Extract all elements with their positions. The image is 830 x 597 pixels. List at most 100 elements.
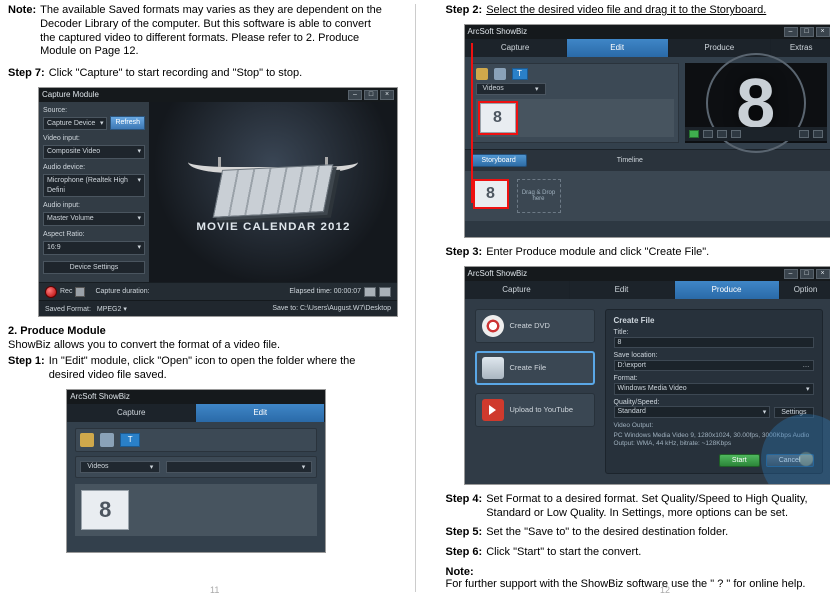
capture-window-titlebar: Capture Module – □ × — [39, 88, 397, 102]
volume-icon[interactable] — [799, 130, 809, 138]
step-3: Step 3: Enter Produce module and click "… — [446, 246, 823, 260]
chevron-down-icon: ▾ — [137, 176, 141, 196]
chevron-down-icon: ▾ — [763, 408, 767, 416]
refresh-button[interactable]: Refresh — [110, 116, 145, 131]
title-input[interactable]: 8 — [614, 337, 814, 348]
minimize-icon[interactable]: – — [784, 269, 798, 279]
source-dropdown[interactable]: Capture Device▾ — [43, 117, 107, 131]
chevron-down-icon: ▾ — [100, 119, 104, 129]
storyboard-tab[interactable]: Storyboard — [471, 154, 527, 167]
tab-edit[interactable]: Edit — [570, 281, 675, 299]
chevron-down-icon: ▾ — [302, 463, 306, 471]
text-tool-button[interactable]: T — [120, 433, 140, 447]
edit-window-title: ArcSoft ShowBiz — [70, 392, 130, 401]
maximize-icon[interactable]: □ — [364, 90, 378, 100]
chevron-down-icon: ▾ — [123, 306, 127, 313]
produce-module-screenshot: ArcSoft ShowBiz –□× Capture Edit Produce… — [464, 266, 830, 485]
aspect-ratio-dropdown[interactable]: 16:9▾ — [43, 241, 145, 255]
maximize-icon[interactable]: □ — [800, 27, 814, 37]
tab-produce[interactable]: Produce — [675, 281, 780, 299]
tab-capture[interactable]: Capture — [465, 281, 570, 299]
capture-side-panel: Source: Capture Device▾ Refresh Video in… — [39, 102, 149, 283]
edit-window-titlebar: ArcSoft ShowBiz — [67, 390, 325, 404]
window-buttons: – □ × — [784, 27, 830, 37]
option-create-file[interactable]: Create File — [475, 351, 595, 385]
browse-icon[interactable]: … — [803, 362, 810, 369]
import-icon[interactable] — [494, 68, 506, 80]
next-button[interactable] — [717, 130, 727, 138]
produce-option-column: Create DVD Create File Upload to YouTube — [475, 309, 595, 474]
tab-option[interactable]: Option — [780, 281, 830, 299]
step-1: Step 1: In "Edit" module, click "Open" i… — [8, 355, 385, 383]
import-icon[interactable] — [100, 433, 114, 447]
edit-module-screenshot: ArcSoft ShowBiz Capture Edit T Videos▾ ▾ — [66, 389, 326, 553]
calendar-caption: MOVIE CALENDAR 2012 — [196, 221, 350, 233]
storyboard-strip[interactable]: 8 Drag & Drop here — [465, 171, 830, 221]
timeline-tab[interactable]: Timeline — [617, 157, 643, 164]
open-folder-icon[interactable] — [80, 433, 94, 447]
quality-dropdown[interactable]: Standard▾ — [614, 406, 771, 418]
close-icon[interactable]: × — [816, 27, 830, 37]
step-2: Step 2: Select the desired video file an… — [446, 4, 823, 18]
media-type-dropdown[interactable]: Videos▾ — [476, 83, 546, 95]
capture-statusbar: Rec Capture duration: Elapsed time: 00:0… — [39, 282, 397, 300]
minimize-icon[interactable]: – — [348, 90, 362, 100]
step-4-body: Set Format to a desired format. Set Qual… — [486, 493, 822, 521]
start-button[interactable]: Start — [719, 454, 760, 467]
media-type-dropdown[interactable]: Videos▾ — [80, 461, 160, 473]
step-2-label: Step 2: — [446, 4, 483, 18]
elapsed-time: Elapsed time: 00:00:07 — [289, 288, 361, 295]
stop-button[interactable] — [75, 287, 85, 297]
settings-icon[interactable] — [379, 287, 391, 297]
panel-title: Create File — [614, 316, 814, 325]
media-filter-row: Videos▾ ▾ — [75, 456, 317, 478]
chevron-down-icon: ▾ — [137, 214, 141, 224]
quality-label: Quality/Speed: — [614, 399, 660, 406]
media-thumb-8[interactable]: 8 — [480, 103, 516, 133]
tab-capture[interactable]: Capture — [465, 39, 567, 57]
tab-extras[interactable]: Extras — [771, 39, 830, 57]
option-upload-youtube[interactable]: Upload to YouTube — [475, 393, 595, 427]
media-source-dropdown[interactable]: ▾ — [166, 461, 312, 473]
title-field-label: Title: — [614, 329, 814, 336]
snapshot-icon[interactable] — [364, 287, 376, 297]
section-2-title: 2. Produce Module — [8, 325, 385, 337]
close-icon[interactable]: × — [380, 90, 394, 100]
saved-format-dropdown[interactable]: MPEG2 ▾ — [93, 306, 131, 313]
file-icon — [482, 357, 504, 379]
left-page: Note: The available Saved formats may va… — [8, 4, 395, 592]
section-2-intro: ShowBiz allows you to convert the format… — [8, 339, 385, 353]
tab-edit[interactable]: Edit — [567, 39, 669, 57]
audio-device-dropdown[interactable]: Microphone (Realtek High Defini▾ — [43, 174, 145, 198]
close-icon[interactable]: × — [816, 269, 830, 279]
drop-target[interactable]: Drag & Drop here — [517, 179, 561, 213]
option-create-dvd[interactable]: Create DVD — [475, 309, 595, 343]
audio-device-label: Audio device: — [43, 163, 145, 173]
save-location-input[interactable]: D:\export… — [614, 360, 814, 371]
media-thumb-8[interactable]: 8 — [81, 490, 129, 530]
step-3-body: Enter Produce module and click "Create F… — [486, 246, 822, 260]
record-button[interactable] — [45, 286, 57, 298]
note-saved-formats: Note: The available Saved formats may va… — [8, 4, 385, 59]
stop-button[interactable] — [731, 130, 741, 138]
format-dropdown[interactable]: Windows Media Video▾ — [614, 383, 814, 395]
device-settings-button[interactable]: Device Settings — [43, 261, 145, 275]
minimize-icon[interactable]: – — [784, 27, 798, 37]
tab-edit[interactable]: Edit — [196, 404, 325, 422]
fullscreen-icon[interactable] — [813, 130, 823, 138]
play-button[interactable] — [689, 130, 699, 138]
maximize-icon[interactable]: □ — [800, 269, 814, 279]
storyboard-thumb-8[interactable]: 8 — [473, 179, 509, 209]
youtube-icon — [482, 399, 504, 421]
open-folder-icon[interactable] — [476, 68, 488, 80]
tab-capture[interactable]: Capture — [67, 404, 196, 422]
video-input-dropdown[interactable]: Composite Video▾ — [43, 145, 145, 159]
step-7: Step 7: Click "Capture" to start recordi… — [8, 67, 385, 81]
audio-input-dropdown[interactable]: Master Volume▾ — [43, 212, 145, 226]
prev-button[interactable] — [703, 130, 713, 138]
record-label: Rec — [60, 288, 72, 295]
note-label: Note: — [8, 4, 36, 59]
step-1-label: Step 1: — [8, 355, 45, 383]
edit-tabs: Capture Edit — [67, 404, 325, 422]
text-tool-button[interactable]: T — [512, 68, 528, 80]
